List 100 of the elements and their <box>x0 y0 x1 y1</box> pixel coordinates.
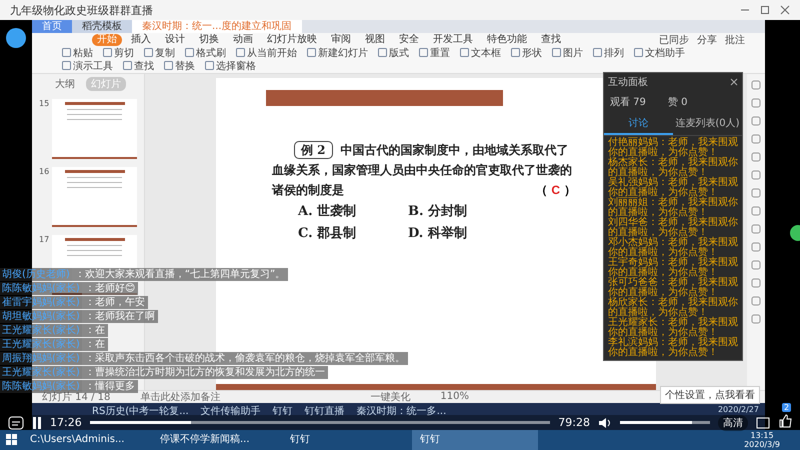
tooltip: 个性设置，点我看看 <box>660 386 760 404</box>
toolbar-button[interactable]: 格式刷 <box>185 46 226 59</box>
close-icon[interactable] <box>780 5 790 15</box>
toolbar-button[interactable]: 替换 <box>164 60 195 72</box>
chat-author: 王光耀家长(家长) <box>0 324 82 337</box>
tool-icon[interactable] <box>751 206 761 216</box>
panel-title: 互动面板 <box>608 76 648 89</box>
tool-icon[interactable] <box>751 152 761 162</box>
danmaku-icon[interactable] <box>8 416 24 430</box>
answer-option: A. 世袭制 <box>298 202 408 220</box>
panel-tab[interactable]: 讨论 <box>604 112 673 135</box>
beautify-button[interactable]: 一键美化 <box>370 390 410 404</box>
tool-icon[interactable] <box>751 80 761 90</box>
tool-icon[interactable] <box>751 242 761 252</box>
toolbar-button[interactable]: 形状 <box>511 46 542 59</box>
toolbar-button[interactable]: 从当前开始 <box>236 46 297 59</box>
panel-tab[interactable]: 大纲 <box>50 76 80 91</box>
ribbon-tab[interactable]: 切换 <box>194 34 224 46</box>
tool-icon[interactable] <box>751 314 761 324</box>
progress-track[interactable] <box>90 421 550 424</box>
answer-option: C. 郡县制 <box>298 224 408 242</box>
volume-track[interactable] <box>620 421 710 424</box>
ribbon-tab[interactable]: 插入 <box>126 34 156 46</box>
fullscreen-icon[interactable] <box>756 416 770 428</box>
quality-button[interactable]: 高清 <box>718 414 748 430</box>
discussion-message: 张可巧爸爸：老师，我来围观你的直播啦，为你点赞！ <box>608 278 738 298</box>
tool-icon[interactable] <box>751 188 761 198</box>
taskbar-item[interactable]: C:\Users\Adminis... <box>22 430 148 450</box>
chat-author: 陈陈敏妈妈(家长) <box>0 282 82 295</box>
taskbar-item[interactable]: RS历史(中考一轮复... <box>92 404 189 418</box>
maximize-icon[interactable] <box>760 5 770 15</box>
toolbar-button[interactable]: 排列 <box>593 46 624 59</box>
toolbar-button[interactable]: 版式 <box>378 46 409 59</box>
ribbon-link[interactable]: 批注 <box>725 32 745 46</box>
notes-placeholder[interactable]: 单击此处添加备注 <box>140 390 220 404</box>
toolbar-button[interactable]: 新建幻灯片 <box>307 46 368 59</box>
toolbar-button[interactable]: 粘贴 <box>62 46 93 59</box>
taskbar-item[interactable]: 秦汉时期：统一多... <box>356 404 446 418</box>
tool-icon[interactable] <box>751 170 761 180</box>
clock-date: 2020/3/9 <box>744 440 780 449</box>
tool-icon[interactable] <box>751 260 761 270</box>
tool-icon <box>144 48 153 58</box>
answer-option: B. 分封制 <box>408 202 518 220</box>
ribbon-tab[interactable]: 审阅 <box>326 34 356 46</box>
panel-tab[interactable]: 连麦列表(0人) <box>673 112 742 135</box>
toolbar-button[interactable]: 选择窗格 <box>205 60 256 72</box>
ribbon-link[interactable]: 已同步 <box>659 32 689 46</box>
taskbar-item[interactable]: 钉钉 <box>272 404 293 418</box>
toolbar-button[interactable]: 查找 <box>123 60 154 72</box>
bracket: ） <box>564 182 576 199</box>
tool-icon[interactable] <box>751 116 761 126</box>
ribbon-tab[interactable]: 安全 <box>394 34 424 46</box>
toolbar-button[interactable]: 文本框 <box>460 46 501 59</box>
toolbar-button[interactable]: 重置 <box>419 46 450 59</box>
slide-thumbnail[interactable] <box>52 166 137 227</box>
toolbar-button[interactable]: 演示工具 <box>62 60 113 72</box>
tool-icon[interactable] <box>751 98 761 108</box>
tool-icon <box>511 48 520 58</box>
toolbar-button[interactable]: 文档助手 <box>634 46 685 59</box>
tool-icon <box>164 61 173 70</box>
windows-start-icon[interactable] <box>6 434 18 446</box>
taskbar-item[interactable]: 文件传输助手 <box>200 404 261 418</box>
volume-icon[interactable] <box>598 416 612 428</box>
thumbs-up-icon[interactable] <box>778 414 792 428</box>
discussion-message: 邓小杰妈妈：老师，我来围观你的直播啦，为你点赞！ <box>608 238 738 258</box>
ribbon-tab[interactable]: 视图 <box>360 34 390 46</box>
taskbar-item[interactable]: 钉钉 <box>282 430 408 450</box>
ribbon-tab[interactable]: 幻灯片放映 <box>262 34 322 46</box>
pause-icon[interactable] <box>32 416 42 428</box>
ribbon-tab[interactable]: 设计 <box>160 34 190 46</box>
document-tab[interactable]: 稻壳模板 <box>72 20 132 33</box>
ribbon-tab[interactable]: 查找 <box>536 34 566 46</box>
tool-icon <box>103 48 112 58</box>
chat-message: ：懂得更多 <box>82 380 138 393</box>
taskbar-item[interactable]: 钉钉 <box>412 430 538 450</box>
tool-icon[interactable] <box>751 278 761 288</box>
chat-message: ：采取声东击西各个击破的战术，偷袭袁军的粮仓，烧掉袁军全部军粮。 <box>82 352 408 365</box>
toolbar-button[interactable]: 图片 <box>552 46 583 59</box>
tool-icon <box>123 61 132 70</box>
ribbon-tab[interactable]: 开发工具 <box>428 34 478 46</box>
like-count: 赞 0 <box>668 96 688 109</box>
toolbar-button[interactable]: 复制 <box>144 46 175 59</box>
answer-text: C <box>551 182 560 199</box>
chat-message: ：欢迎大家来观看直播，“七上第四单元复习”。 <box>72 268 288 281</box>
tool-icon[interactable] <box>751 296 761 306</box>
taskbar-item[interactable]: 停课不停学新闻稿... <box>152 430 278 450</box>
clock-time: 13:15 <box>750 431 774 440</box>
ribbon-link[interactable]: 分享 <box>697 32 717 46</box>
close-icon[interactable] <box>730 78 738 86</box>
tool-icon <box>236 48 245 58</box>
ribbon-tab[interactable]: 特色功能 <box>482 34 532 46</box>
avatar[interactable] <box>6 28 26 48</box>
tool-icon[interactable] <box>751 224 761 234</box>
slide-thumbnail[interactable] <box>52 98 137 159</box>
ribbon-tab[interactable]: 动画 <box>228 34 258 46</box>
tool-icon[interactable] <box>751 134 761 144</box>
toolbar-button[interactable]: 剪切 <box>103 46 134 59</box>
taskbar-item[interactable]: 钉钉直播 <box>304 404 345 418</box>
chat-message: ：曹操统治北方时期为北方的恢复和发展为北方的统一 <box>82 366 328 379</box>
chat-message: ：老师我在了啊 <box>82 310 158 323</box>
